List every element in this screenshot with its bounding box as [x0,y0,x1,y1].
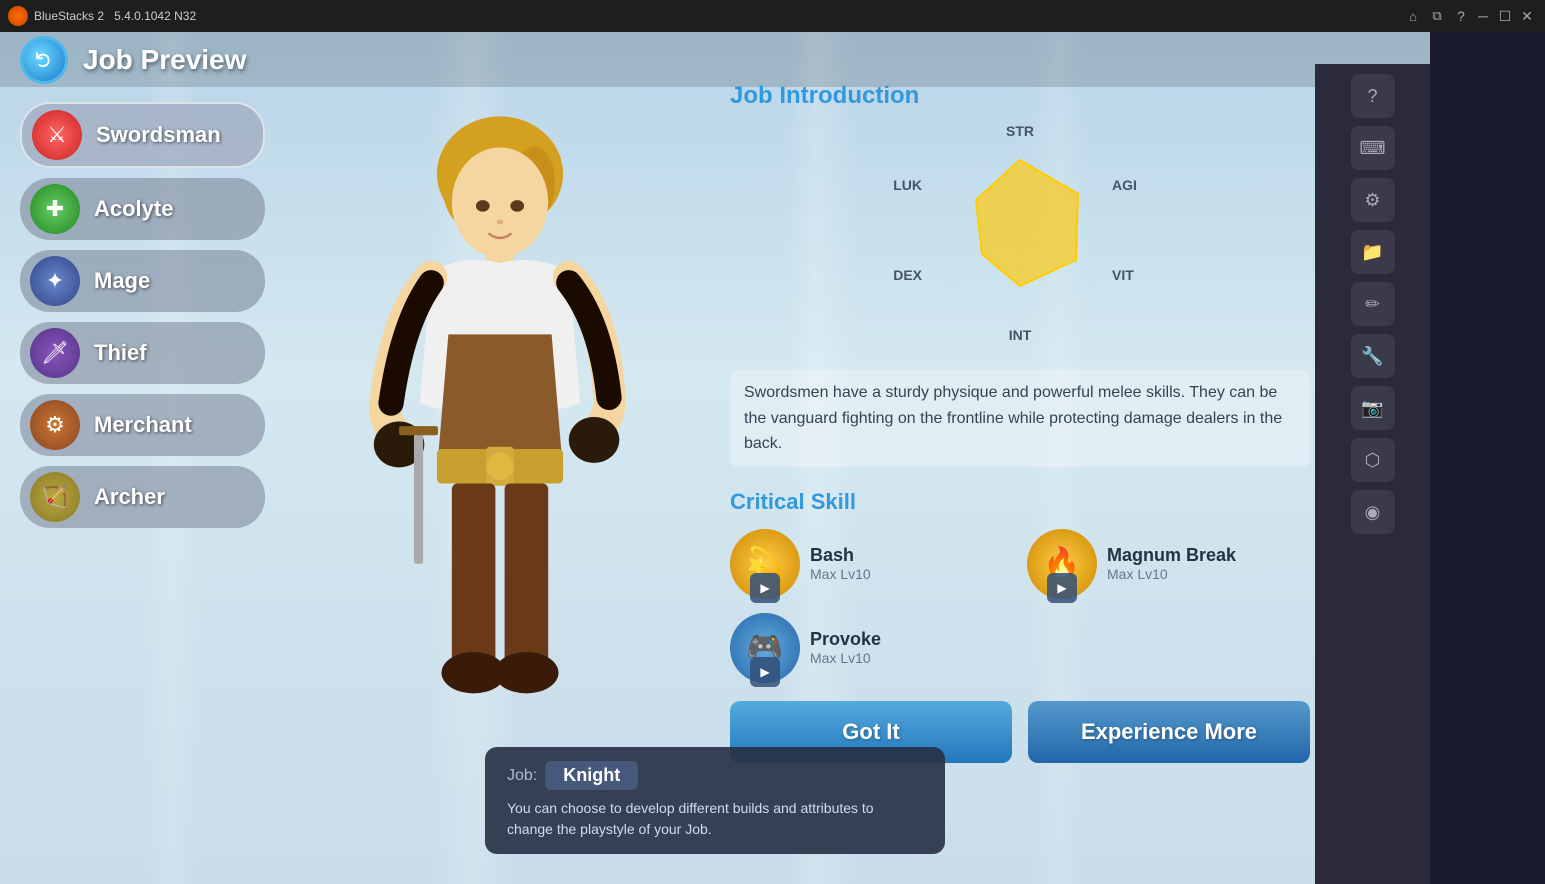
right-sidebar: ? ⌨ ⚙ 📁 ✏ 🔧 📷 ⬡ ◉ [1315,64,1430,884]
bluestacks-logo [8,6,28,26]
logo-circle: ↺ [20,36,68,84]
bash-info: Bash Max Lv10 [810,545,871,582]
svg-text:VIT: VIT [1112,267,1134,283]
sidebar-item-merchant[interactable]: ⚙ Merchant [20,394,265,456]
experience-more-button[interactable]: Experience More [1028,701,1310,763]
acolyte-label: Acolyte [94,196,173,222]
bash-maxlv: Max Lv10 [810,566,871,582]
magnum-break-play-button[interactable]: ▶ [1047,573,1077,603]
job-list: ⚔ Swordsman ✚ Acolyte ✦ Mage 🗡 Thief ⚙ M… [20,102,265,528]
minimize-button[interactable]: ─ [1473,6,1493,26]
magnum-break-info: Magnum Break Max Lv10 [1107,545,1236,582]
job-name-line: Job: Knight [507,761,923,790]
copy-icon[interactable]: ⧉ [1427,6,1447,26]
svg-text:INT: INT [1009,327,1032,343]
job-label-prefix: Job: [507,767,537,785]
skill-bash: 💫 ▶ Bash Max Lv10 [730,529,1013,599]
sidebar-btn-3[interactable]: ⚙ [1351,178,1395,222]
title-bar: BlueStacks 2 5.4.0.1042 N32 ⌂ ⧉ ? ─ ☐ ✕ [0,0,1545,32]
provoke-play-button[interactable]: ▶ [750,657,780,687]
bash-play-button[interactable]: ▶ [750,573,780,603]
sidebar-item-acolyte[interactable]: ✚ Acolyte [20,178,265,240]
sidebar-btn-9[interactable]: ◉ [1351,490,1395,534]
game-area: ↺ Job Preview ⚔ Swordsman ✚ Acolyte ✦ Ma… [0,32,1430,884]
acolyte-icon: ✚ [30,184,80,234]
sidebar-item-archer[interactable]: 🏹 Archer [20,466,265,528]
provoke-icon-wrap: 🎮 ▶ [730,613,800,683]
restore-button[interactable]: ☐ [1495,6,1515,26]
swordsman-label: Swordsman [96,122,221,148]
app-title: BlueStacks 2 5.4.0.1042 N32 [34,9,1403,23]
sidebar-item-swordsman[interactable]: ⚔ Swordsman [20,102,265,168]
sidebar-btn-7[interactable]: 📷 [1351,386,1395,430]
thief-label: Thief [94,340,147,366]
top-bar: ↺ Job Preview [0,32,1430,87]
sidebar-btn-8[interactable]: ⬡ [1351,438,1395,482]
critical-skill-title: Critical Skill [730,489,1310,515]
sidebar-btn-5[interactable]: ✏ [1351,282,1395,326]
help-button[interactable]: ? [1451,6,1471,26]
provoke-info: Provoke Max Lv10 [810,629,881,666]
window-controls: ? ─ ☐ ✕ [1451,6,1537,26]
job-description: Swordsmen have a sturdy physique and pow… [730,370,1310,467]
svg-text:DEX: DEX [893,267,922,283]
sidebar-item-mage[interactable]: ✦ Mage [20,250,265,312]
right-panel: Job Introduction [730,82,1310,763]
page-title: Job Preview [83,44,246,76]
sidebar-btn-2[interactable]: ⌨ [1351,126,1395,170]
mage-icon: ✦ [30,256,80,306]
refresh-icon: ↺ [31,50,57,68]
svg-text:STR: STR [1006,123,1034,139]
skill-provoke: 🎮 ▶ Provoke Max Lv10 [730,613,1013,683]
sidebar-item-thief[interactable]: 🗡 Thief [20,322,265,384]
sidebar-btn-4[interactable]: 📁 [1351,230,1395,274]
archer-icon: 🏹 [30,472,80,522]
provoke-name: Provoke [810,629,881,650]
job-name-value: Knight [545,761,638,790]
mage-label: Mage [94,268,150,294]
magnum-break-name: Magnum Break [1107,545,1236,566]
character-display [230,82,770,862]
svg-text:LUK: LUK [893,177,922,193]
section-title: Job Introduction [730,82,1310,110]
swordsman-icon: ⚔ [32,110,82,160]
provoke-maxlv: Max Lv10 [810,650,881,666]
skill-magnum-break: 🔥 ▶ Magnum Break Max Lv10 [1027,529,1310,599]
bash-icon-wrap: 💫 ▶ [730,529,800,599]
job-tooltip-description: You can choose to develop different buil… [507,798,923,840]
thief-icon: 🗡 [30,328,80,378]
skills-grid: 💫 ▶ Bash Max Lv10 🔥 ▶ Magnum Break Max L… [730,529,1310,683]
magnum-break-maxlv: Max Lv10 [1107,566,1236,582]
merchant-icon: ⚙ [30,400,80,450]
home-icon[interactable]: ⌂ [1403,6,1423,26]
radar-chart: STR AGI VIT INT DEX LUK [880,122,1160,352]
svg-text:AGI: AGI [1112,177,1137,193]
close-button[interactable]: ✕ [1517,6,1537,26]
merchant-label: Merchant [94,412,192,438]
magnum-break-icon-wrap: 🔥 ▶ [1027,529,1097,599]
job-tooltip: Job: Knight You can choose to develop di… [485,747,945,854]
bash-name: Bash [810,545,871,566]
sidebar-btn-6[interactable]: 🔧 [1351,334,1395,378]
character-svg [230,82,770,862]
sidebar-btn-1[interactable]: ? [1351,74,1395,118]
archer-label: Archer [94,484,165,510]
